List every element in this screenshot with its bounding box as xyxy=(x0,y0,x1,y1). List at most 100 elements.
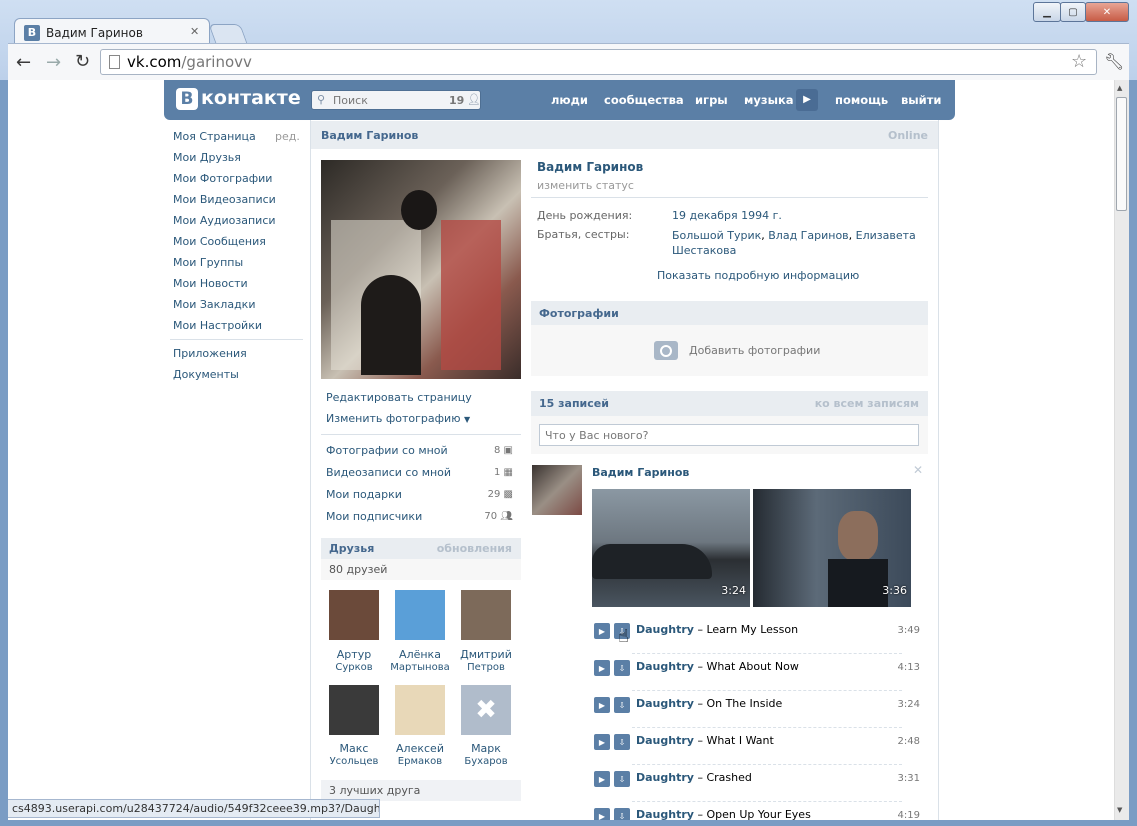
download-icon[interactable]: ⇩ xyxy=(614,697,630,713)
menu-videos[interactable]: Мои Видеозаписи xyxy=(173,193,276,206)
video-thumbnail[interactable]: 3:36 xyxy=(753,489,911,607)
forward-arrow-icon[interactable]: → xyxy=(46,52,61,73)
friends-updates-link[interactable]: обновления xyxy=(437,542,512,555)
maximize-button[interactable]: ▢ xyxy=(1060,2,1086,22)
menu-apps[interactable]: Приложения xyxy=(173,347,247,360)
menu-friends[interactable]: Мои Друзья xyxy=(173,151,241,164)
menu-audios[interactable]: Мои Аудиозаписи xyxy=(173,214,276,227)
track-artist[interactable]: Daughtry xyxy=(636,771,694,784)
track-artist[interactable]: Daughtry xyxy=(636,697,694,710)
nav-music[interactable]: музыка xyxy=(744,93,794,107)
music-play-icon[interactable]: ▶ xyxy=(796,89,818,111)
menu-settings[interactable]: Мои Настройки xyxy=(173,319,262,332)
track-title[interactable]: What I Want xyxy=(706,734,773,747)
star-icon[interactable]: ☆ xyxy=(1071,51,1087,72)
friend-name[interactable]: Алёнка Мартынова xyxy=(385,648,455,674)
audio-track[interactable]: ▶ ⇩ Daughtry – Open Up Your Eyes 4:19 xyxy=(592,805,922,820)
menu-edit-link[interactable]: ред. xyxy=(275,130,300,143)
track-title[interactable]: Learn My Lesson xyxy=(706,623,798,636)
audio-track[interactable]: ▶ ⇩ Daughtry – On The Inside 3:24 xyxy=(592,694,922,728)
change-photo-link[interactable]: Изменить фотографию ▼ xyxy=(326,412,470,425)
friend-avatar[interactable] xyxy=(395,685,445,735)
download-icon[interactable]: ⇩ xyxy=(614,808,630,820)
search-input[interactable]: Поиск xyxy=(333,94,368,107)
track-title[interactable]: Crashed xyxy=(706,771,751,784)
add-photos-link[interactable]: Добавить фотографии xyxy=(689,344,820,357)
vk-logo-icon[interactable]: В xyxy=(176,88,198,110)
menu-my-page[interactable]: Моя Страница xyxy=(173,130,256,143)
audio-track[interactable]: ▶ ⇩ Daughtry – Crashed 3:31 xyxy=(592,768,922,802)
menu-photos[interactable]: Мои Фотографии xyxy=(173,172,272,185)
change-status-link[interactable]: изменить статус xyxy=(537,179,634,192)
audio-track[interactable]: ▶ ⇩ Daughtry – What I Want 2:48 xyxy=(592,731,922,765)
counter-photos-link[interactable]: Фотографии со мной xyxy=(326,444,448,457)
friend-name[interactable]: Дмитрий Петров xyxy=(453,648,519,674)
birthday-value[interactable]: 19 декабря 1994 г. xyxy=(672,209,782,222)
counter-gifts-link[interactable]: Мои подарки xyxy=(326,488,402,501)
post-author-name[interactable]: Вадим Гаринов xyxy=(592,466,689,479)
browser-tab-active[interactable]: В Вадим Гаринов ✕ xyxy=(14,18,210,44)
video-thumbnail[interactable]: 3:24 xyxy=(592,489,750,607)
reload-icon[interactable]: ↻ xyxy=(75,51,90,72)
friends-title[interactable]: Друзья xyxy=(329,542,374,555)
nav-people[interactable]: люди xyxy=(551,93,588,107)
address-bar[interactable]: vk.com/garinovv ☆ xyxy=(100,49,1097,75)
track-title[interactable]: What About Now xyxy=(706,660,798,673)
post-author-avatar[interactable] xyxy=(532,465,582,515)
counter-videos-link[interactable]: Видеозаписи со мной xyxy=(326,466,451,479)
track-artist[interactable]: Daughtry xyxy=(636,660,694,673)
wall-header[interactable]: 15 записей ко всем записям xyxy=(531,391,928,416)
play-icon[interactable]: ▶ xyxy=(594,808,610,820)
show-more-info-link[interactable]: Показать подробную информацию xyxy=(657,269,859,282)
vk-logo-text[interactable]: контакте xyxy=(201,87,301,109)
photos-header[interactable]: Фотографии xyxy=(531,301,928,325)
track-artist[interactable]: Daughtry xyxy=(636,808,694,820)
friend-avatar[interactable] xyxy=(395,590,445,640)
friend-name[interactable]: Макс Усольцев xyxy=(321,742,387,768)
download-icon[interactable]: ⇩ xyxy=(614,734,630,750)
friend-name[interactable]: Алексей Ермаков xyxy=(387,742,453,768)
scroll-up-icon[interactable]: ▲ xyxy=(1117,84,1122,92)
track-artist[interactable]: Daughtry xyxy=(636,623,694,636)
close-tab-icon[interactable]: ✕ xyxy=(190,25,199,38)
audio-track[interactable]: ▶ ⇩ Daughtry – What About Now 4:13 xyxy=(592,657,922,691)
edit-page-link[interactable]: Редактировать страницу xyxy=(326,391,472,404)
download-icon[interactable]: ⇩ xyxy=(614,771,630,787)
sibling-link[interactable]: Большой Турик xyxy=(672,229,761,242)
scroll-down-icon[interactable]: ▼ xyxy=(1117,806,1122,814)
friend-name[interactable]: Марк Бухаров xyxy=(453,742,519,768)
track-artist[interactable]: Daughtry xyxy=(636,734,694,747)
delete-post-icon[interactable]: ✕ xyxy=(913,463,923,477)
camera-icon[interactable] xyxy=(654,341,678,360)
friend-avatar[interactable] xyxy=(329,685,379,735)
track-title[interactable]: Open Up Your Eyes xyxy=(706,808,810,820)
friend-avatar-placeholder-icon[interactable]: ✖ xyxy=(461,685,511,735)
wrench-icon[interactable]: 🔧︎ xyxy=(1104,52,1124,71)
play-icon[interactable]: ▶ xyxy=(594,623,610,639)
menu-groups[interactable]: Мои Группы xyxy=(173,256,243,269)
menu-messages[interactable]: Мои Сообщения xyxy=(173,235,266,248)
nav-logout[interactable]: выйти xyxy=(901,93,941,107)
play-icon[interactable]: ▶ xyxy=(594,771,610,787)
sibling-link[interactable]: Влад Гаринов xyxy=(768,229,848,242)
friend-avatar[interactable] xyxy=(461,590,511,640)
play-icon[interactable]: ▶ xyxy=(594,734,610,750)
download-icon[interactable]: ⇩ xyxy=(614,660,630,676)
play-icon[interactable]: ▶ xyxy=(594,697,610,713)
nav-games[interactable]: игры xyxy=(695,93,728,107)
wall-post-input[interactable]: Что у Вас нового? xyxy=(539,424,919,446)
menu-bookmarks[interactable]: Мои Закладки xyxy=(173,298,255,311)
wall-count[interactable]: 15 записей xyxy=(539,397,609,410)
scrollbar-thumb[interactable] xyxy=(1116,97,1127,211)
friends-header[interactable]: Друзья обновления xyxy=(321,538,521,559)
profile-avatar[interactable] xyxy=(321,160,521,379)
counter-followers-link[interactable]: Мои подписчики xyxy=(326,510,422,523)
minimize-button[interactable]: ▁ xyxy=(1033,2,1061,22)
back-arrow-icon[interactable]: ← xyxy=(16,52,31,73)
wall-all-link[interactable]: ко всем записям xyxy=(815,397,919,410)
nav-help[interactable]: помощь xyxy=(835,93,888,107)
audio-track[interactable]: ▶ ⇩ Daughtry – Learn My Lesson 3:49 xyxy=(592,620,922,654)
close-window-button[interactable]: ✕ xyxy=(1085,2,1129,22)
search-box[interactable]: ⚲ Поиск 19 👤︎ xyxy=(311,90,481,110)
play-icon[interactable]: ▶ xyxy=(594,660,610,676)
